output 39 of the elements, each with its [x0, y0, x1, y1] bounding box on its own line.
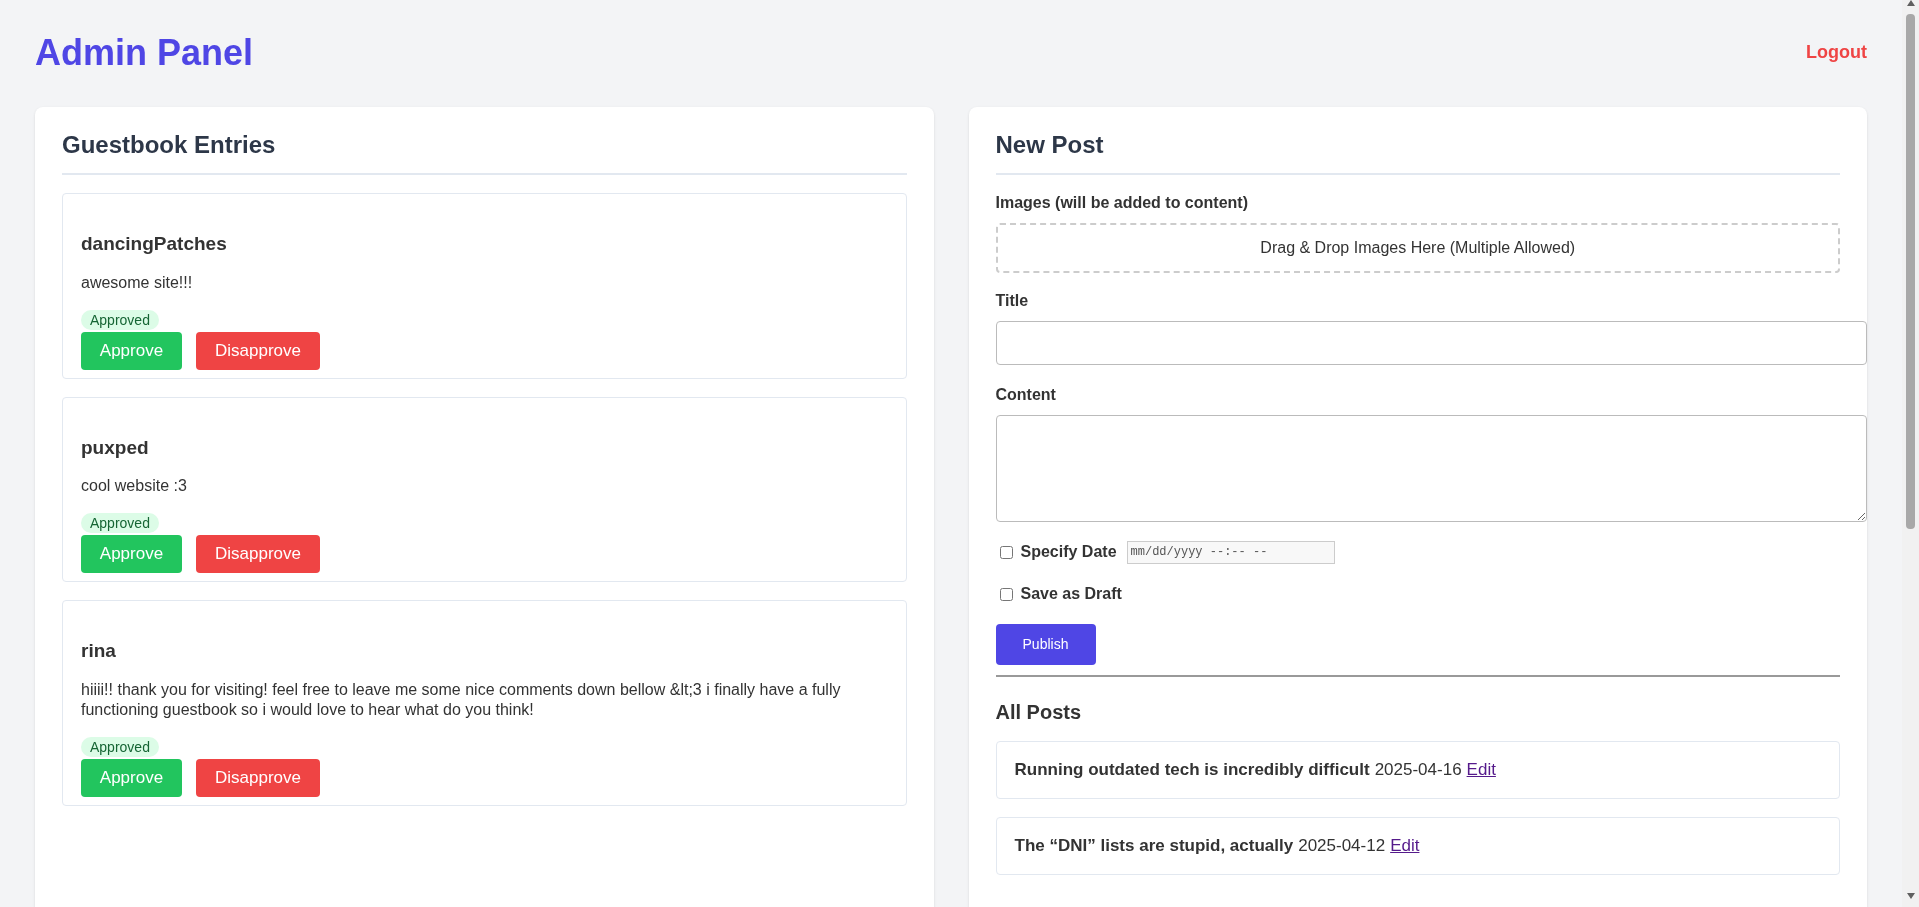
- scrollbar[interactable]: [1902, 0, 1919, 907]
- status-badge: Approved: [81, 736, 159, 757]
- post-date: 2025-04-16: [1374, 759, 1462, 782]
- field-label: Content: [995, 385, 1057, 405]
- page-title: Admin Panel: [35, 34, 254, 71]
- title-input[interactable]: [995, 321, 1867, 365]
- entry-author: rina: [81, 639, 117, 663]
- checkbox-label: Save as Draft: [1020, 584, 1122, 604]
- panel-heading: Guestbook Entries: [62, 127, 907, 175]
- status-badge: Approved: [81, 513, 159, 533]
- field-label: Title: [995, 291, 1030, 311]
- panel-heading: New Post: [995, 127, 1840, 175]
- post-date: 2025-04-12: [1298, 835, 1386, 858]
- disapprove-button[interactable]: Disapprove: [196, 331, 320, 370]
- entry-author: dancingPatches: [81, 232, 228, 256]
- post-title: The “DNI” lists are stupid, actually: [1014, 835, 1294, 858]
- approve-button[interactable]: Approve: [81, 758, 182, 797]
- entry-author: puxped: [81, 435, 150, 460]
- entry-message: awesome site!!!: [81, 272, 194, 293]
- approve-button[interactable]: Approve: [81, 535, 182, 573]
- checkbox-label: Specify Date: [1020, 542, 1117, 562]
- scrollbar-thumb[interactable]: [1906, 14, 1915, 529]
- image-dropzone[interactable]: Drag & Drop Images Here (Multiple Allowed): [995, 223, 1840, 273]
- date-input[interactable]: mm/dd/yyyy --:-- --: [1126, 540, 1335, 564]
- edit-link[interactable]: Edit: [1466, 757, 1496, 783]
- publish-button[interactable]: Publish: [995, 624, 1096, 665]
- status-badge: Approved: [81, 309, 159, 330]
- checkbox[interactable]: [999, 545, 1013, 559]
- checkbox[interactable]: [999, 587, 1013, 601]
- entry-message: cool website :3: [81, 476, 188, 496]
- logout-link[interactable]: Logout: [1806, 39, 1867, 66]
- field-label: Images (will be added to content): [995, 193, 1249, 213]
- disapprove-button[interactable]: Disapprove: [196, 758, 320, 797]
- disapprove-button[interactable]: Disapprove: [196, 535, 320, 573]
- edit-link[interactable]: Edit: [1390, 833, 1420, 859]
- entry-message: hiiii!! thank you for visiting! feel free to leave me some nice comments down bellow &lt;3 i finally have a fully functioning guestbook so i would love to hear what do you think!: [81, 679, 842, 720]
- approve-button[interactable]: Approve: [81, 331, 182, 370]
- post-title: Running outdated tech is incredibly difficult: [1014, 759, 1370, 782]
- section-heading: All Posts: [995, 700, 1083, 725]
